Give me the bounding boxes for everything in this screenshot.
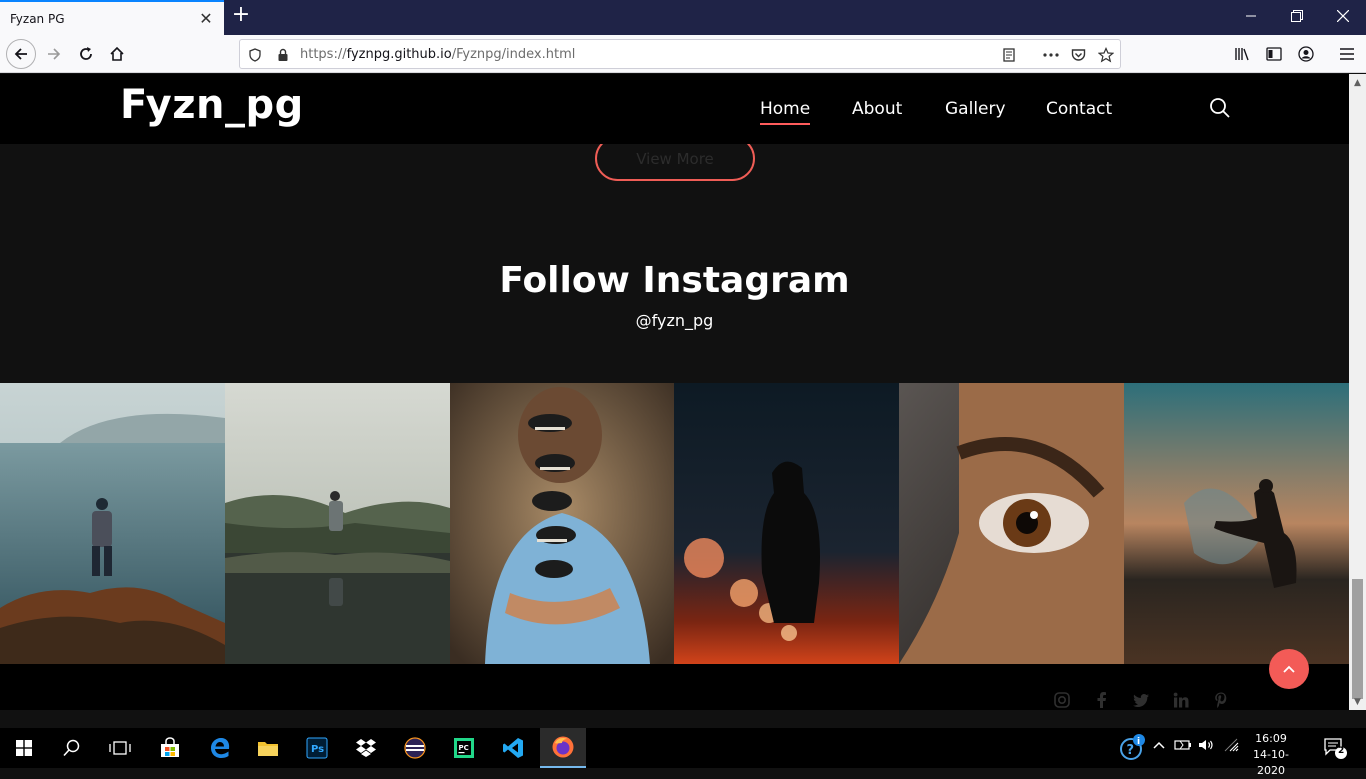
more-actions-icon[interactable] bbox=[1042, 46, 1060, 64]
close-window-icon[interactable] bbox=[1320, 0, 1366, 32]
battery-icon[interactable] bbox=[1174, 738, 1192, 755]
system-clock[interactable]: 16:09 14-10-2020 bbox=[1246, 731, 1296, 779]
chevron-up-icon bbox=[1283, 665, 1295, 673]
svg-text:PC: PC bbox=[459, 744, 469, 752]
store-icon[interactable] bbox=[150, 732, 190, 764]
clock-date: 14-10-2020 bbox=[1253, 748, 1289, 777]
pocket-icon[interactable] bbox=[1069, 46, 1087, 64]
instagram-handle[interactable]: @fyzn_pg bbox=[0, 311, 1349, 330]
menu-icon[interactable] bbox=[1331, 38, 1363, 70]
site-header: Fyzn_pg Home About Gallery Contact bbox=[0, 74, 1349, 144]
gallery-photo[interactable] bbox=[899, 383, 1125, 664]
nav-contact[interactable]: Contact bbox=[1046, 99, 1112, 119]
gallery-photo[interactable] bbox=[1124, 383, 1349, 664]
task-view-icon[interactable] bbox=[100, 732, 140, 764]
svg-text:?: ? bbox=[1127, 743, 1135, 758]
restore-icon[interactable] bbox=[1274, 0, 1320, 32]
scrollbar-thumb[interactable] bbox=[1352, 579, 1363, 699]
minimize-icon[interactable] bbox=[1228, 0, 1274, 32]
twitter-icon[interactable] bbox=[1132, 691, 1150, 709]
forward-icon[interactable] bbox=[38, 38, 70, 70]
page-scrollbar[interactable]: ▲ ▼ bbox=[1349, 74, 1366, 710]
home-icon[interactable] bbox=[101, 38, 133, 70]
web-page: View More Follow Instagram @fyzn_pg Fyzn… bbox=[0, 74, 1349, 710]
search-icon[interactable] bbox=[52, 732, 92, 764]
nav-gallery[interactable]: Gallery bbox=[945, 99, 1006, 119]
windows-start-icon[interactable] bbox=[4, 732, 44, 764]
svg-text:i: i bbox=[1137, 737, 1140, 747]
site-logo[interactable]: Fyzn_pg bbox=[120, 82, 304, 128]
lock-icon[interactable] bbox=[274, 46, 292, 64]
svg-text:Ps: Ps bbox=[311, 744, 324, 755]
new-tab-icon[interactable]: + bbox=[230, 4, 252, 27]
dropbox-icon[interactable] bbox=[346, 732, 386, 764]
tab-title: Fyzan PG bbox=[10, 11, 65, 26]
url-bar[interactable]: https://fyznpg.github.io/Fyznpg/index.ht… bbox=[239, 39, 1121, 69]
pycharm-icon[interactable]: PC bbox=[444, 732, 484, 764]
help-icon[interactable]: ? i bbox=[1119, 733, 1147, 764]
reader-view-icon[interactable] bbox=[1000, 46, 1018, 64]
reload-icon[interactable] bbox=[70, 38, 102, 70]
volume-icon[interactable] bbox=[1198, 738, 1216, 755]
follow-instagram-heading: Follow Instagram bbox=[499, 260, 850, 301]
clock-time: 16:09 bbox=[1255, 732, 1287, 745]
browser-tab[interactable]: Fyzan PG ✕ bbox=[0, 0, 224, 35]
gallery-photo[interactable] bbox=[449, 383, 675, 664]
scroll-to-top-button[interactable] bbox=[1269, 649, 1309, 689]
linkedin-icon[interactable] bbox=[1172, 691, 1190, 709]
chevron-up-icon[interactable] bbox=[1152, 738, 1166, 755]
bookmark-star-icon[interactable] bbox=[1097, 46, 1115, 64]
nav-home[interactable]: Home bbox=[760, 99, 811, 125]
back-icon[interactable] bbox=[6, 39, 36, 69]
photoshop-icon[interactable]: Ps bbox=[297, 732, 337, 764]
scroll-up-arrow[interactable]: ▲ bbox=[1349, 74, 1366, 91]
instagram-gallery bbox=[0, 383, 1349, 664]
search-icon[interactable] bbox=[1208, 96, 1232, 120]
file-explorer-icon[interactable] bbox=[248, 732, 288, 764]
gallery-photo[interactable] bbox=[674, 383, 900, 664]
site-footer bbox=[0, 664, 1349, 710]
scroll-down-arrow[interactable]: ▼ bbox=[1349, 693, 1366, 710]
url-text: https://fyznpg.github.io/Fyznpg/index.ht… bbox=[300, 47, 576, 62]
windows-taskbar: Ps PC ? i 16:09 14-10-2020 2 bbox=[0, 728, 1366, 777]
gallery-photo[interactable] bbox=[0, 383, 225, 664]
library-icon[interactable] bbox=[1226, 38, 1258, 70]
account-icon[interactable] bbox=[1290, 38, 1322, 70]
browser-tab-bar: Fyzan PG ✕ + bbox=[0, 0, 1366, 35]
eclipse-icon[interactable] bbox=[395, 732, 435, 764]
tab-close-icon[interactable]: ✕ bbox=[196, 9, 216, 29]
shield-icon[interactable] bbox=[246, 46, 264, 64]
instagram-icon[interactable] bbox=[1053, 691, 1071, 709]
nav-about[interactable]: About bbox=[852, 99, 902, 119]
sidebar-icon[interactable] bbox=[1258, 38, 1290, 70]
notification-count: 2 bbox=[1338, 746, 1345, 756]
facebook-icon[interactable] bbox=[1092, 691, 1110, 709]
pinterest-icon[interactable] bbox=[1212, 691, 1230, 709]
vscode-icon[interactable] bbox=[493, 732, 533, 764]
notifications-icon[interactable]: 2 bbox=[1323, 736, 1347, 763]
gallery-photo[interactable] bbox=[224, 383, 450, 664]
browser-toolbar: https://fyznpg.github.io/Fyznpg/index.ht… bbox=[0, 35, 1366, 73]
edge-icon[interactable] bbox=[200, 732, 240, 764]
firefox-taskbar-icon[interactable] bbox=[540, 728, 586, 768]
wifi-icon[interactable] bbox=[1222, 738, 1240, 755]
